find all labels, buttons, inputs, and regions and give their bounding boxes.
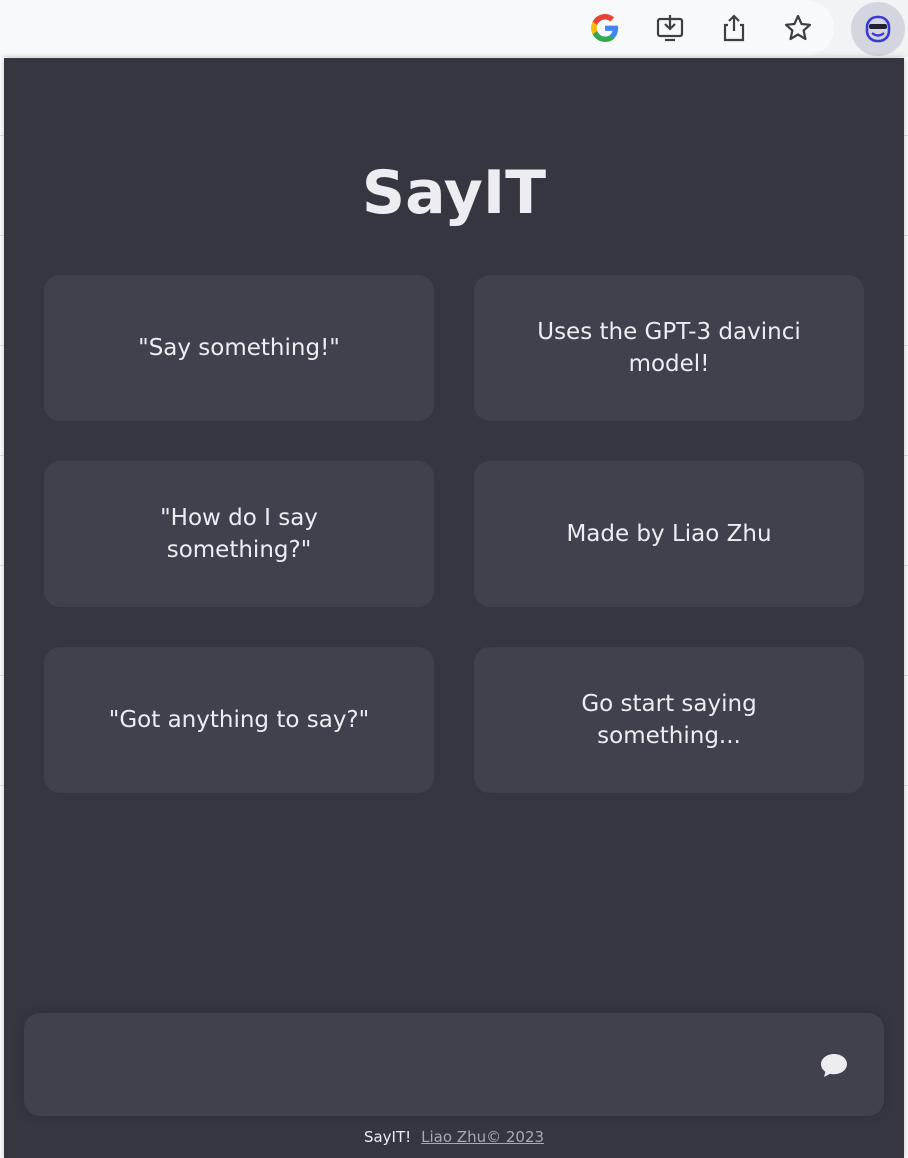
share-icon[interactable]: [718, 12, 750, 44]
card-text: Go start saying something...: [581, 691, 757, 749]
extension-face-icon[interactable]: [851, 2, 905, 56]
message-input[interactable]: [48, 1041, 792, 1089]
example-card-anything-to-say[interactable]: "Got anything to say?": [44, 647, 434, 793]
install-app-icon[interactable]: [654, 12, 686, 44]
example-card-say-something[interactable]: "Say something!": [44, 275, 434, 421]
info-card-start[interactable]: Go start saying something...: [474, 647, 864, 793]
footer: SayIT! Liao Zhu© 2023: [4, 1126, 904, 1148]
footer-author-link[interactable]: Liao Zhu© 2023: [421, 1128, 544, 1146]
footer-brand: SayIT!: [363, 1128, 412, 1146]
info-card-author[interactable]: Made by Liao Zhu: [474, 461, 864, 607]
sayit-popup: SayIT "Say something!" Uses the GPT-3 da…: [4, 58, 904, 1158]
card-text: "Got anything to say?": [108, 707, 370, 733]
address-bar-end: [0, 0, 834, 56]
bookmark-star-icon[interactable]: [782, 12, 814, 44]
message-bar: [24, 1013, 884, 1116]
card-text: "Say something!": [138, 335, 340, 361]
chat-bubble-icon: [821, 1054, 847, 1077]
card-text: Made by Liao Zhu: [566, 521, 772, 547]
google-icon[interactable]: [589, 12, 621, 44]
app-title: SayIT: [361, 158, 547, 228]
info-card-model[interactable]: Uses the GPT-3 davinci model!: [474, 275, 864, 421]
card-text: Uses the GPT-3 davinci model!: [537, 319, 801, 377]
browser-toolbar: [0, 0, 908, 58]
send-button[interactable]: [818, 1049, 850, 1081]
card-text: "How do I say something?": [160, 505, 318, 563]
example-card-how-say[interactable]: "How do I say something?": [44, 461, 434, 607]
